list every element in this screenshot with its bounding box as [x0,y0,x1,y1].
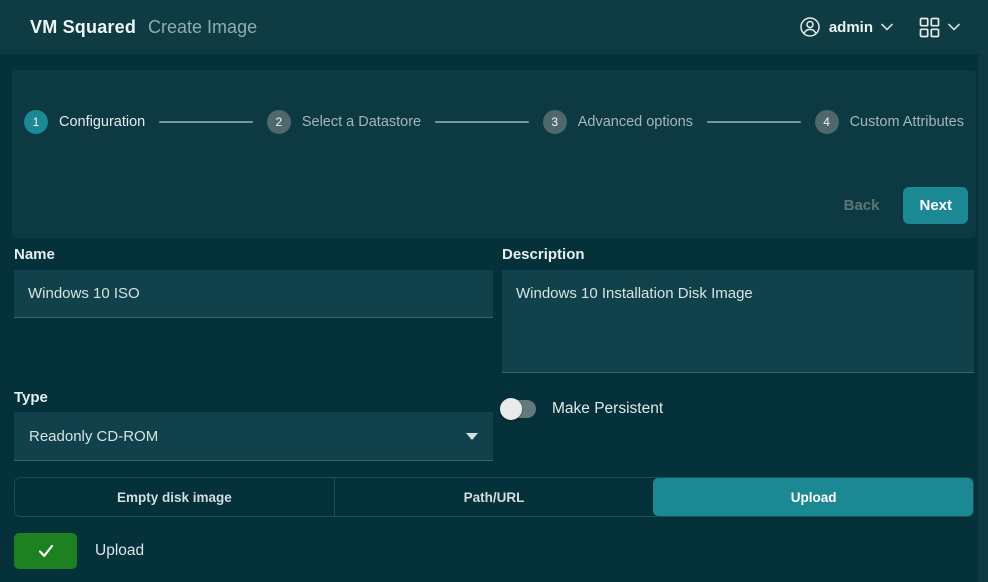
source-tabs: Empty disk image Path/URL Upload [14,477,974,517]
step-select-datastore[interactable]: 2 Select a Datastore [267,110,421,134]
step-connector [707,121,801,123]
breadcrumb: VM Squared Create Image [30,17,257,38]
user-name: admin [829,19,873,36]
step-connector [159,121,253,123]
scrollbar[interactable] [978,54,988,582]
step-label: Advanced options [578,114,693,130]
step-number-badge: 3 [543,110,567,134]
apps-menu[interactable] [919,17,960,38]
chevron-down-icon [948,23,960,31]
name-input[interactable] [14,270,493,318]
make-persistent-toggle[interactable] [502,400,536,418]
make-persistent-label: Make Persistent [552,400,663,418]
step-number-badge: 4 [815,110,839,134]
tab-path-url[interactable]: Path/URL [334,478,654,516]
user-menu[interactable]: admin [799,16,893,38]
wizard-stepper: 1 Configuration 2 Select a Datastore 3 A… [24,110,964,134]
step-connector [435,121,529,123]
step-label: Select a Datastore [302,114,421,130]
step-number-badge: 2 [267,110,291,134]
page-title: Create Image [148,17,257,38]
upload-button[interactable] [14,533,77,569]
step-label: Configuration [59,114,145,130]
tab-empty-disk-image[interactable]: Empty disk image [15,478,334,516]
step-label: Custom Attributes [850,114,964,130]
description-input[interactable]: Windows 10 Installation Disk Image [502,270,974,373]
type-label: Type [14,389,48,406]
name-label: Name [14,246,55,263]
type-select-value: Readonly CD-ROM [29,428,158,445]
step-number-badge: 1 [24,110,48,134]
step-advanced-options[interactable]: 3 Advanced options [543,110,693,134]
next-button[interactable]: Next [903,187,968,224]
tab-upload[interactable]: Upload [653,478,973,516]
brand-title: VM Squared [30,17,136,38]
step-custom-attributes[interactable]: 4 Custom Attributes [815,110,964,134]
toggle-knob [500,398,522,420]
type-select[interactable]: Readonly CD-ROM [14,412,493,461]
description-label: Description [502,246,585,263]
wizard-panel: 1 Configuration 2 Select a Datastore 3 A… [12,70,976,238]
caret-down-icon [466,433,478,440]
app-header: VM Squared Create Image admin [0,0,988,54]
back-button[interactable]: Back [840,191,884,220]
user-icon [799,16,821,38]
step-configuration[interactable]: 1 Configuration [24,110,145,134]
check-icon [36,542,56,560]
grid-icon [919,17,940,38]
chevron-down-icon [881,23,893,31]
upload-label: Upload [95,542,144,560]
